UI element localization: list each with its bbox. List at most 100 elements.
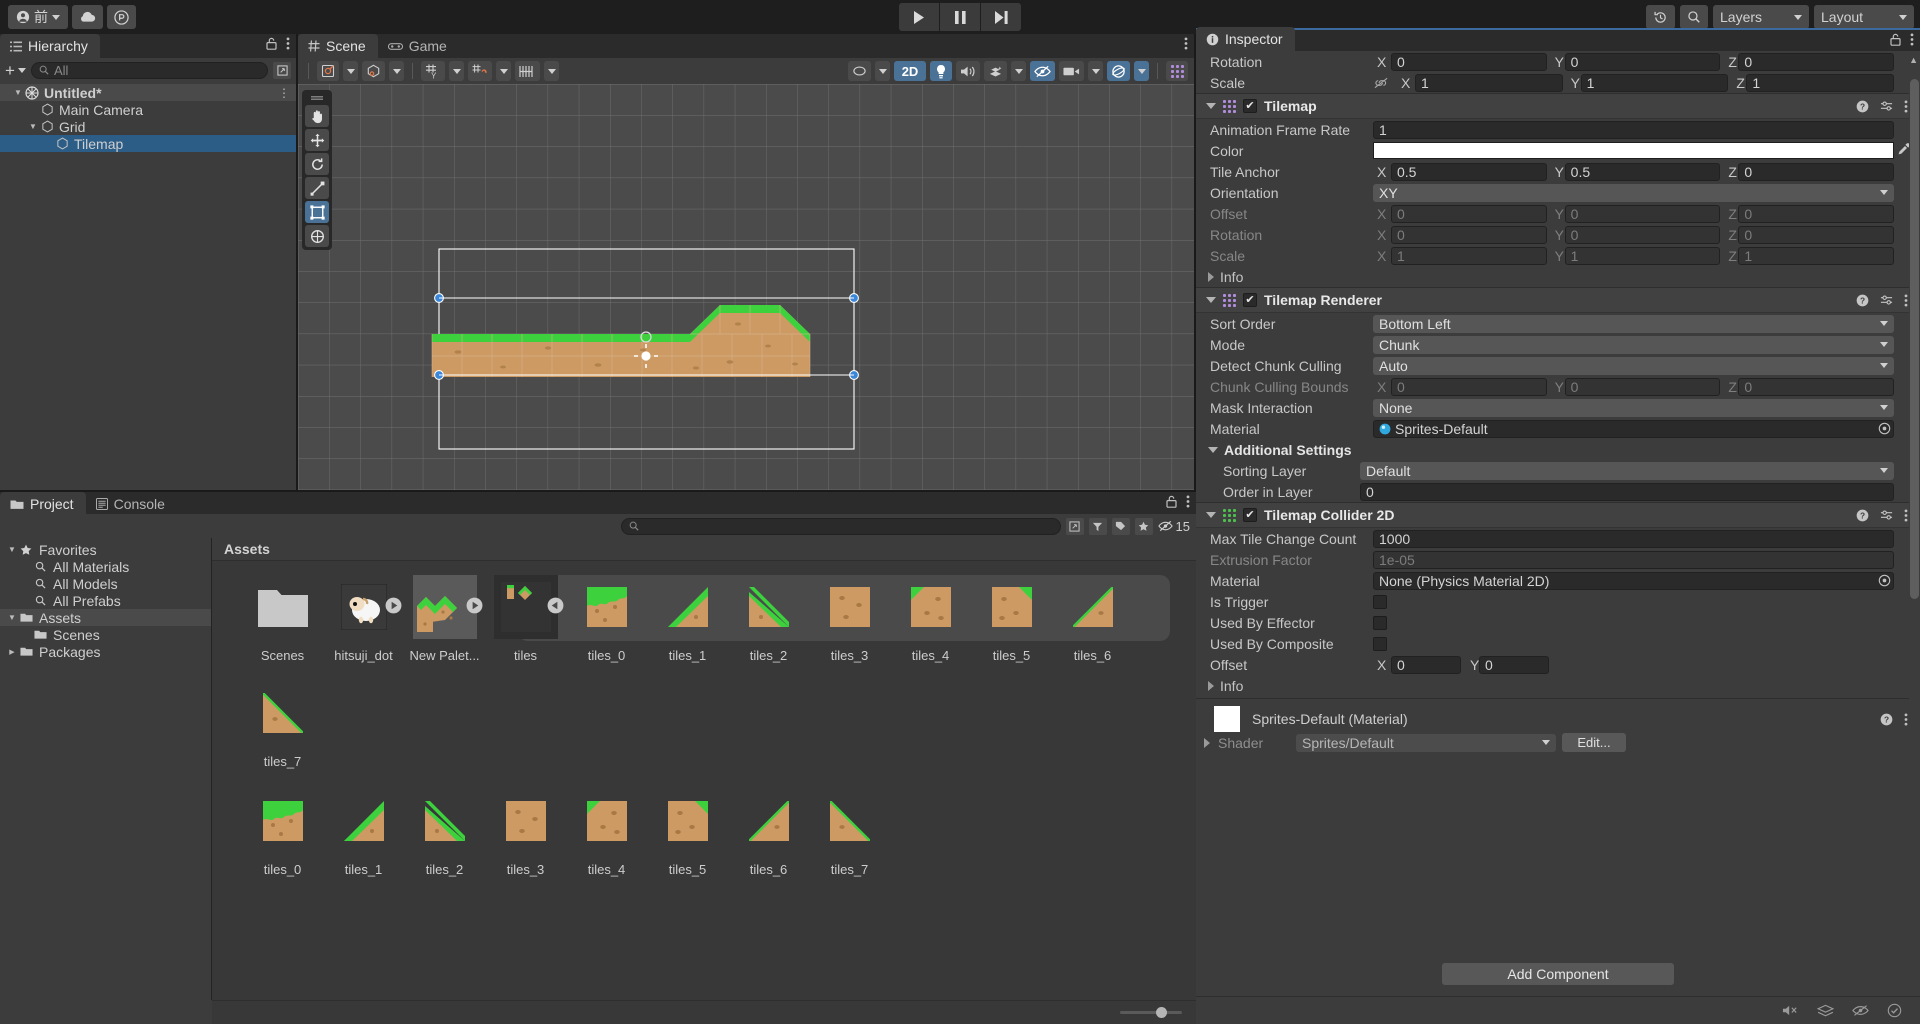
order-in-layer-input[interactable]: 0 (1360, 483, 1894, 501)
asset-item[interactable]: tiles_2 (404, 789, 485, 877)
tab-inspector[interactable]: Inspector (1196, 27, 1295, 51)
lighting-toggle[interactable] (930, 61, 952, 81)
project-tree-item-scenes[interactable]: Scenes (0, 626, 211, 643)
pause-button[interactable] (940, 3, 980, 31)
expand-asset-icon[interactable] (385, 597, 402, 614)
chevron-up-icon[interactable]: ▲ (1909, 55, 1918, 65)
shading-mode-dropdown[interactable] (343, 61, 358, 81)
rect-tool[interactable] (305, 201, 329, 223)
tile-anchor-z-input[interactable]: 0 (1738, 163, 1894, 181)
foldout-triangle-icon[interactable]: ▶ (6, 648, 18, 656)
hierarchy-add-button[interactable]: + (5, 62, 26, 79)
play-button[interactable] (899, 3, 939, 31)
tab-scene[interactable]: Scene (298, 34, 378, 58)
asset-item[interactable]: tiles_5 (647, 789, 728, 877)
asset-item[interactable]: tiles_4 (566, 789, 647, 877)
hand-tool[interactable] (305, 105, 329, 127)
tilemap-collider-enabled-checkbox[interactable] (1243, 508, 1257, 522)
rotation-y-input[interactable]: 0 (1565, 53, 1721, 71)
foldout-triangle-icon[interactable] (1206, 103, 1216, 109)
project-search-expand-button[interactable] (1066, 518, 1084, 535)
help-icon[interactable]: ? (1856, 100, 1869, 113)
constrain-proportions-off-icon[interactable] (1373, 77, 1389, 89)
object-picker-icon[interactable] (1878, 422, 1891, 435)
tile-anchor-x-input[interactable]: 0.5 (1391, 163, 1547, 181)
foldout-triangle-icon[interactable] (1206, 297, 1216, 303)
audio-toggle[interactable] (956, 61, 980, 81)
grid-axis-button[interactable]: Y (421, 61, 445, 81)
used-by-composite-checkbox[interactable] (1373, 637, 1387, 651)
asset-item[interactable]: tiles_3 (485, 789, 566, 877)
foldout-triangle-icon[interactable]: ▼ (6, 545, 18, 554)
rotation-z-input[interactable]: 0 (1738, 53, 1894, 71)
collider-material-objectfield[interactable]: None (Physics Material 2D) (1373, 572, 1894, 590)
collider-offset-y-input[interactable]: 0 (1479, 656, 1549, 674)
asset-item[interactable]: tiles (485, 575, 566, 663)
layers-icon[interactable] (1817, 1004, 1834, 1018)
animation-frame-rate-input[interactable]: 1 (1373, 121, 1894, 139)
renderer-material-objectfield[interactable]: Sprites-Default (1373, 420, 1894, 438)
foldout-triangle-icon[interactable]: ▼ (27, 122, 39, 131)
tab-project[interactable]: Project (0, 492, 86, 516)
tilemap-info-foldout[interactable]: Info (1196, 266, 1920, 287)
camera-dropdown[interactable] (1088, 61, 1103, 81)
inspector-scroll-thumb[interactable] (1910, 79, 1919, 599)
pivot-dropdown[interactable] (1134, 61, 1149, 81)
filter-type-button[interactable] (1089, 518, 1107, 535)
preset-icon[interactable] (1880, 294, 1893, 307)
project-tree-item-assets[interactable]: ▼Assets (0, 609, 211, 626)
tilemap-renderer-component-header[interactable]: Tilemap Renderer ? (1196, 287, 1920, 313)
pivot-toggle[interactable] (1107, 61, 1130, 81)
camera-settings-button[interactable] (1059, 61, 1084, 81)
project-tree-item-favorites[interactable]: ▼Favorites (0, 541, 211, 558)
asset-item[interactable]: hitsuji_dot (323, 575, 404, 663)
asset-item[interactable]: tiles_7 (809, 789, 890, 877)
ruler-dropdown[interactable] (544, 61, 559, 81)
filter-favorite-button[interactable] (1135, 518, 1153, 535)
asset-item[interactable]: tiles_0 (566, 575, 647, 663)
grid-snap-toggle[interactable] (468, 61, 492, 81)
account-button[interactable]: 前 (8, 5, 68, 29)
is-trigger-checkbox[interactable] (1373, 595, 1387, 609)
asset-item[interactable]: tiles_3 (809, 575, 890, 663)
scene-visibility-toggle[interactable] (1030, 61, 1055, 81)
transform-tool[interactable] (305, 225, 329, 247)
kebab-menu-icon[interactable] (286, 37, 290, 50)
detect-chunk-culling-dropdown[interactable]: Auto (1373, 357, 1894, 375)
preset-icon[interactable] (1880, 509, 1893, 522)
global-search-button[interactable] (1680, 5, 1708, 29)
ruler-button[interactable] (515, 61, 540, 81)
help-icon[interactable]: ? (1880, 713, 1893, 726)
max-tile-change-count-input[interactable]: 1000 (1373, 530, 1894, 548)
collider-offset-x-input[interactable]: 0 (1391, 656, 1461, 674)
thumbnail-size-slider[interactable] (1120, 1011, 1182, 1014)
kebab-menu-icon[interactable] (1904, 713, 1908, 726)
foldout-triangle-icon[interactable] (1206, 512, 1216, 518)
tilemap-component-header[interactable]: Tilemap ? (1196, 93, 1920, 119)
asset-item[interactable]: tiles_7 (242, 681, 323, 769)
tab-game[interactable]: Game (378, 34, 459, 58)
used-by-effector-checkbox[interactable] (1373, 616, 1387, 630)
kebab-menu-icon[interactable] (1904, 294, 1908, 307)
rotation-x-input[interactable]: 0 (1391, 53, 1547, 71)
hidden-assets-indicator[interactable]: 15 (1158, 519, 1190, 534)
project-tree-item-all-materials[interactable]: All Materials (0, 558, 211, 575)
cloud-button[interactable] (72, 5, 103, 29)
project-tree-item-packages[interactable]: ▶Packages (0, 643, 211, 660)
hierarchy-item-untitled[interactable]: ▼Untitled*⋮ (0, 84, 296, 101)
step-button[interactable] (981, 3, 1021, 31)
scene-viewport[interactable] (298, 84, 1194, 490)
asset-item[interactable]: tiles_2 (728, 575, 809, 663)
kebab-menu-icon[interactable] (1186, 495, 1190, 508)
orientation-dropdown[interactable]: XY (1373, 184, 1894, 202)
package-manager-button[interactable] (107, 5, 136, 29)
lock-icon[interactable] (1890, 33, 1901, 46)
scale-x-input[interactable]: 1 (1415, 74, 1563, 92)
draw-mode-dropdown[interactable] (389, 61, 404, 81)
layers-dropdown[interactable]: Layers (1713, 5, 1809, 29)
draw-mode-button[interactable] (362, 61, 385, 81)
mask-interaction-dropdown[interactable]: None (1373, 399, 1894, 417)
tilemap-renderer-enabled-checkbox[interactable] (1243, 293, 1257, 307)
asset-item[interactable]: tiles_0 (242, 789, 323, 877)
foldout-triangle-icon[interactable] (1204, 738, 1210, 748)
